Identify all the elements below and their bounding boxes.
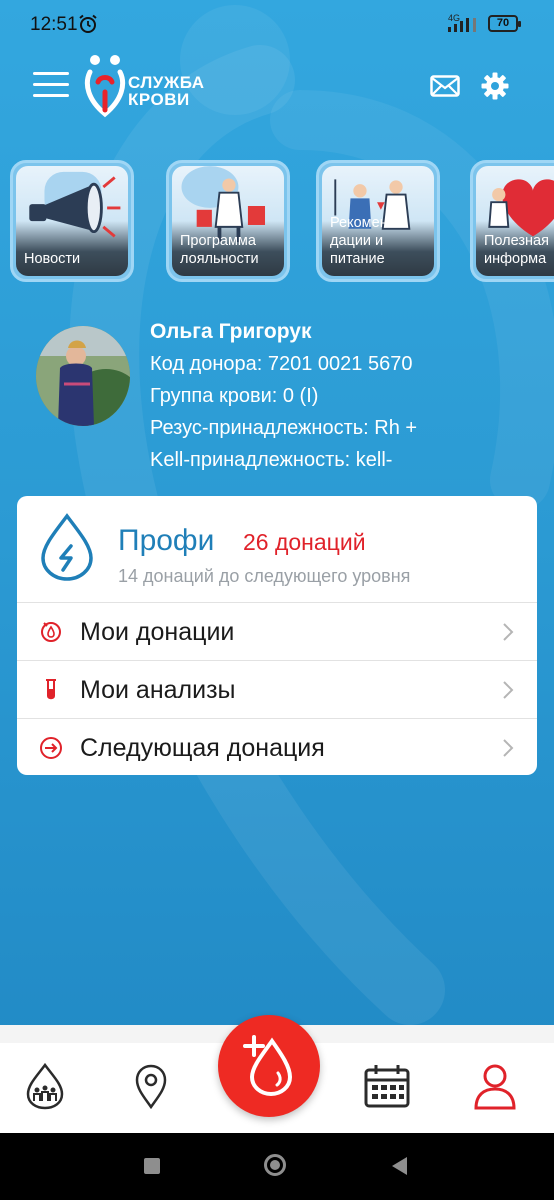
rhesus-factor: Резус-принадлежность: Rh + — [150, 417, 418, 439]
chevron-right-icon — [503, 681, 514, 699]
add-donation-button[interactable] — [218, 1015, 320, 1117]
story-useful-info[interactable]: Полезная информа — [470, 160, 554, 282]
test-tube-icon — [46, 679, 56, 700]
recent-apps-icon[interactable] — [144, 1158, 160, 1174]
logo-line2: КРОВИ — [128, 90, 190, 109]
app-logo: СЛУЖБА КРОВИ — [84, 52, 214, 122]
story-loyalty[interactable]: Программа лояльности — [166, 160, 290, 282]
story-recommendations[interactable]: Рекомен дации и питание — [316, 160, 440, 282]
next-donation-row[interactable]: Следующая донация — [17, 718, 537, 775]
profile-icon[interactable] — [470, 1061, 520, 1111]
location-pin-icon[interactable] — [126, 1061, 176, 1111]
menu-icon[interactable] — [33, 72, 69, 100]
row-label: Следующая донация — [80, 734, 325, 762]
story-news[interactable]: Новости — [10, 160, 134, 282]
donor-card: Профи 26 донаций 14 донаций до следующег… — [17, 496, 537, 775]
avatar-photo — [36, 326, 130, 426]
story-label: Рекомен дации и питание — [330, 215, 388, 267]
app-screen: 12:51 4G 70 СЛУЖБА КРОВИ Новости Програм… — [0, 0, 554, 1200]
logo-line1: СЛУЖБА — [128, 73, 205, 92]
logo-text: СЛУЖБА КРОВИ — [128, 74, 205, 108]
calendar-icon[interactable] — [362, 1061, 412, 1111]
logo-heart-icon — [84, 55, 126, 118]
chevron-right-icon — [503, 739, 514, 757]
signal-icon — [448, 18, 476, 32]
story-label: Программа лояльности — [180, 233, 259, 267]
profile-name: Ольга Григорук — [150, 320, 312, 343]
status-time: 12:51 — [30, 14, 78, 35]
community-icon[interactable] — [20, 1061, 70, 1111]
story-label: Новости — [24, 251, 81, 267]
level-name: Профи — [118, 524, 215, 557]
donations-count: 26 донаций — [243, 529, 366, 555]
blood-drop-level-icon — [41, 513, 93, 581]
battery-indicator: 70 — [488, 15, 521, 32]
mail-icon[interactable] — [430, 75, 460, 97]
blood-group: Группа крови: 0 (I) — [150, 385, 319, 407]
status-bar: 12:51 4G 70 — [0, 0, 554, 48]
row-label: Мои донации — [80, 618, 235, 646]
megaphone-icon — [29, 171, 121, 238]
my-analyses-row[interactable]: Мои анализы — [17, 660, 537, 718]
back-icon[interactable] — [392, 1157, 407, 1175]
next-donation-icon — [40, 737, 62, 759]
add-donation-icon — [243, 1035, 293, 1097]
next-level-text: 14 донаций до следующего уровня — [118, 566, 411, 586]
chevron-right-icon — [503, 623, 514, 641]
stories-carousel[interactable]: Новости Программа лояльности Рекомен дац… — [10, 160, 554, 285]
alarm-icon — [79, 14, 97, 33]
story-label: Полезная информа — [484, 233, 549, 267]
avatar[interactable] — [36, 326, 130, 426]
donor-code: Код донора: 7201 0021 5670 — [150, 353, 413, 375]
donation-icon — [41, 622, 61, 642]
system-navigation-bar — [0, 1133, 554, 1200]
kell-factor: Kell-принадлежность: kell- — [150, 449, 393, 471]
my-donations-row[interactable]: Мои донации — [17, 602, 537, 660]
gear-icon[interactable] — [481, 72, 509, 100]
home-icon[interactable] — [264, 1154, 286, 1176]
row-label: Мои анализы — [80, 676, 236, 704]
